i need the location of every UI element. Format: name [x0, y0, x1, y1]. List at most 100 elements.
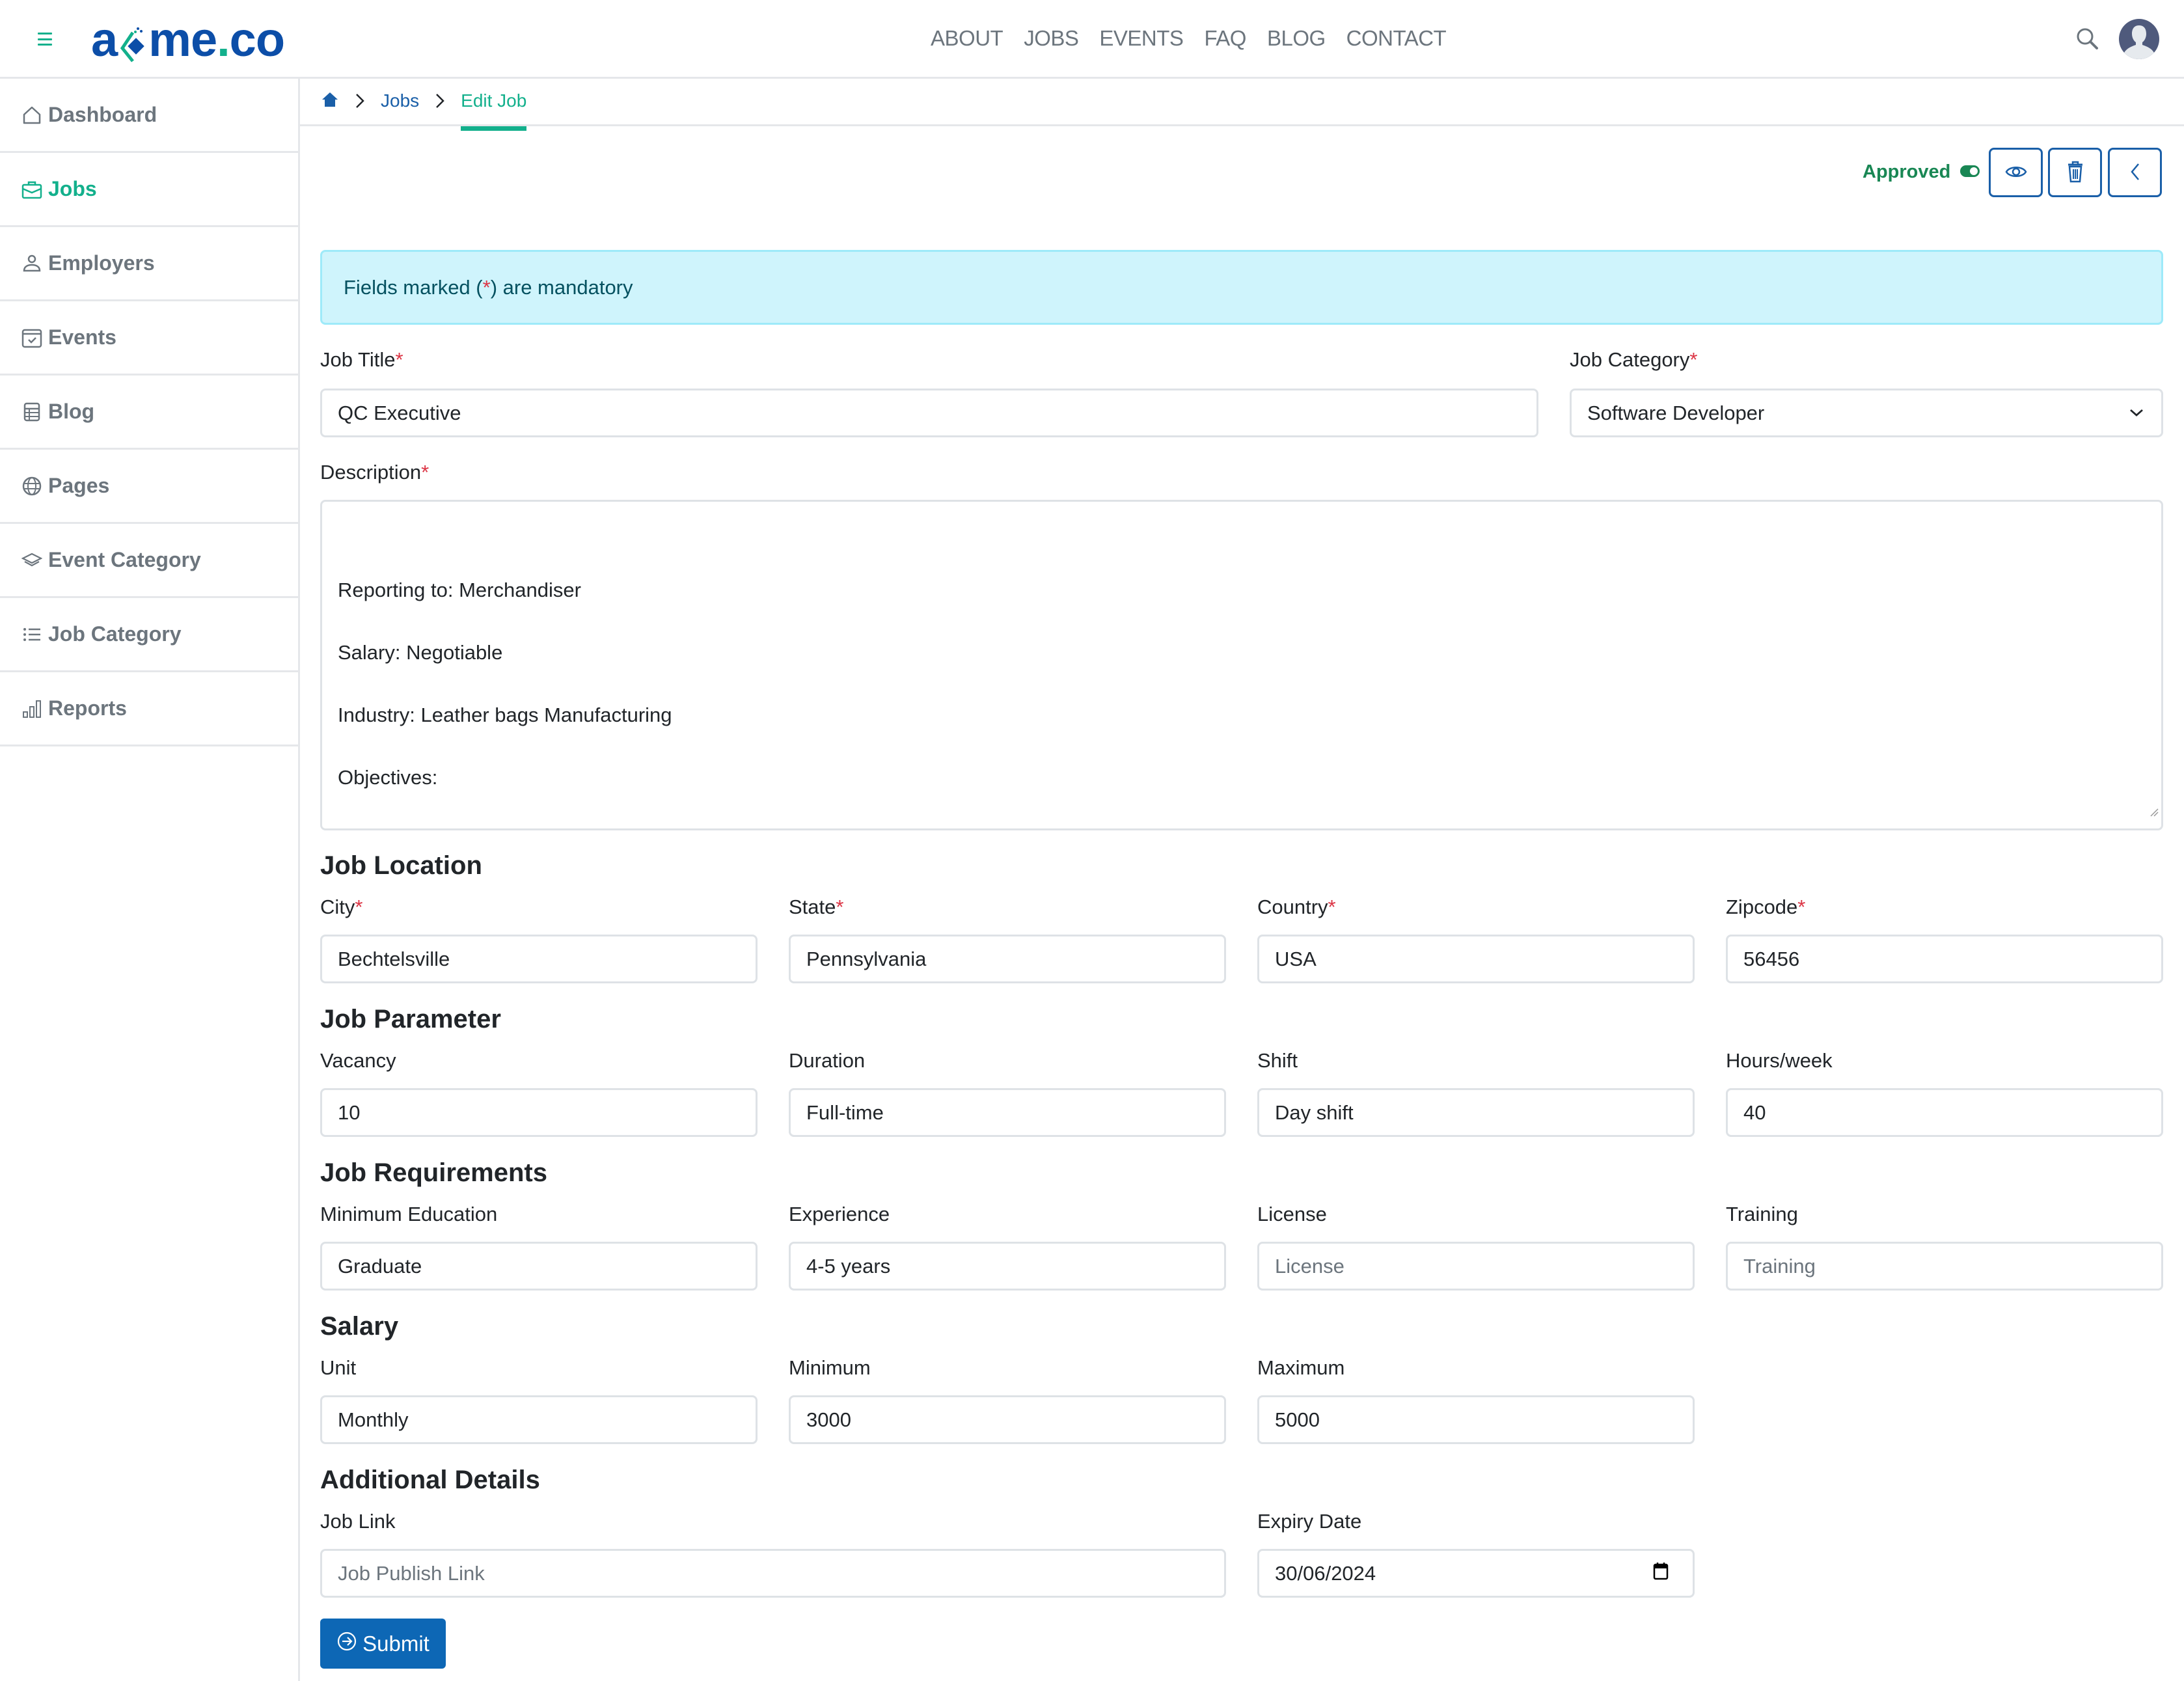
chevron-left-icon: [2129, 162, 2141, 184]
submit-label: Submit: [362, 1631, 430, 1656]
minimum-input[interactable]: [789, 1395, 1226, 1444]
submit-button[interactable]: Submit: [320, 1619, 446, 1669]
education-input[interactable]: [320, 1242, 758, 1291]
city-input[interactable]: [320, 935, 758, 983]
chevron-right-icon: [435, 92, 445, 109]
license-label: License: [1257, 1203, 1327, 1225]
person-icon: [21, 253, 43, 275]
brand-logo[interactable]: a me. co: [91, 12, 285, 66]
expiry-date-input[interactable]: [1257, 1549, 1695, 1598]
shift-input[interactable]: [1257, 1088, 1695, 1137]
duration-input[interactable]: [789, 1088, 1226, 1137]
calendar-check-icon: [21, 327, 43, 349]
job-link-input[interactable]: [320, 1549, 1226, 1598]
globe-icon: [21, 475, 43, 497]
house-icon: [21, 104, 43, 126]
vacancy-label: Vacancy: [320, 1049, 396, 1072]
maximum-input[interactable]: [1257, 1395, 1695, 1444]
sidebar-item-label: Jobs: [48, 177, 97, 200]
sidebar-item-label: Events: [48, 325, 116, 349]
resize-handle-icon[interactable]: [2148, 795, 2159, 826]
country-input[interactable]: [1257, 935, 1695, 983]
job-title-input[interactable]: [320, 389, 1538, 437]
experience-input[interactable]: [789, 1242, 1226, 1291]
state-label: State*: [789, 895, 844, 918]
description-text: Reporting to: Merchandiser Salary: Negot…: [338, 579, 672, 789]
sidebar-item-jobs[interactable]: Jobs: [0, 153, 298, 227]
section-job-parameter: Job Parameter: [320, 1005, 501, 1033]
sidebar-item-label: Employers: [48, 251, 155, 275]
sidebar-item-event-category[interactable]: Event Category: [0, 524, 298, 598]
home-icon[interactable]: [321, 90, 339, 112]
approval-status-label: Approved: [1863, 161, 1951, 182]
approval-toggle[interactable]: [1960, 165, 1980, 177]
chevron-down-icon: [2129, 406, 2144, 422]
breadcrumb: Jobs Edit Job: [321, 88, 527, 131]
eye-icon: [2005, 164, 2027, 182]
experience-label: Experience: [789, 1203, 890, 1225]
arrow-right-circle-icon: [336, 1631, 357, 1657]
nav-events[interactable]: EVENTS: [1099, 26, 1184, 51]
logo-text-me: me: [148, 12, 217, 66]
nav-blog[interactable]: BLOG: [1267, 26, 1326, 51]
main-nav: ABOUT JOBS EVENTS FAQ BLOG CONTACT: [931, 26, 1447, 51]
hours-label: Hours/week: [1726, 1049, 1833, 1072]
table-icon: [21, 401, 43, 423]
sidebar-item-label: Dashboard: [48, 103, 157, 126]
layers-icon: [21, 549, 43, 571]
nav-jobs[interactable]: JOBS: [1024, 26, 1079, 51]
expiry-date-label: Expiry Date: [1257, 1510, 1362, 1533]
license-input[interactable]: [1257, 1242, 1695, 1291]
training-input[interactable]: [1726, 1242, 2163, 1291]
sidebar-item-label: Reports: [48, 696, 127, 720]
section-salary: Salary: [320, 1312, 399, 1341]
back-button[interactable]: [2108, 148, 2162, 197]
required-asterisk: *: [482, 275, 491, 299]
sidebar-item-job-category[interactable]: Job Category: [0, 598, 298, 672]
alert-text: ) are mandatory: [490, 275, 633, 299]
delete-button[interactable]: [2048, 148, 2102, 197]
description-textarea[interactable]: Reporting to: Merchandiser Salary: Negot…: [320, 500, 2163, 830]
menu-toggle-icon[interactable]: [38, 33, 52, 46]
zipcode-input[interactable]: [1726, 935, 2163, 983]
minimum-label: Minimum: [789, 1356, 871, 1379]
view-button[interactable]: [1989, 148, 2043, 197]
sidebar: Dashboard Jobs Employers Events Blog Pag…: [0, 79, 300, 1681]
section-additional-details: Additional Details: [320, 1466, 540, 1494]
list-icon: [21, 623, 43, 646]
briefcase-icon: [21, 178, 43, 200]
sidebar-item-dashboard[interactable]: Dashboard: [0, 79, 298, 153]
hours-input[interactable]: [1726, 1088, 2163, 1137]
sidebar-item-pages[interactable]: Pages: [0, 450, 298, 524]
sidebar-item-employers[interactable]: Employers: [0, 227, 298, 301]
shift-label: Shift: [1257, 1049, 1298, 1072]
maximum-label: Maximum: [1257, 1356, 1345, 1379]
trash-icon: [2067, 161, 2084, 185]
alert-text: Fields marked (: [344, 275, 483, 299]
section-job-location: Job Location: [320, 851, 482, 880]
breadcrumb-jobs[interactable]: Jobs: [381, 90, 419, 111]
search-icon[interactable]: [2075, 26, 2101, 52]
vacancy-input[interactable]: [320, 1088, 758, 1137]
sidebar-item-label: Blog: [48, 400, 95, 423]
nav-about[interactable]: ABOUT: [931, 26, 1003, 51]
logo-text-a: a: [91, 12, 118, 66]
job-category-label: Job Category*: [1570, 348, 1698, 371]
user-avatar[interactable]: [2119, 19, 2159, 59]
duration-label: Duration: [789, 1049, 866, 1072]
calendar-icon[interactable]: [1652, 1561, 1669, 1584]
bar-chart-icon: [21, 698, 43, 720]
sidebar-item-events[interactable]: Events: [0, 301, 298, 376]
state-input[interactable]: [789, 935, 1226, 983]
logo-text-co: co: [229, 12, 285, 66]
nav-faq[interactable]: FAQ: [1204, 26, 1246, 51]
education-label: Minimum Education: [320, 1203, 498, 1225]
unit-input[interactable]: [320, 1395, 758, 1444]
nav-contact[interactable]: CONTACT: [1346, 26, 1447, 51]
job-category-select[interactable]: Software Developer: [1570, 389, 2163, 437]
sidebar-item-blog[interactable]: Blog: [0, 376, 298, 450]
description-label: Description*: [320, 461, 430, 484]
sidebar-item-reports[interactable]: Reports: [0, 672, 298, 746]
section-job-requirements: Job Requirements: [320, 1158, 547, 1187]
city-label: City*: [320, 895, 363, 918]
